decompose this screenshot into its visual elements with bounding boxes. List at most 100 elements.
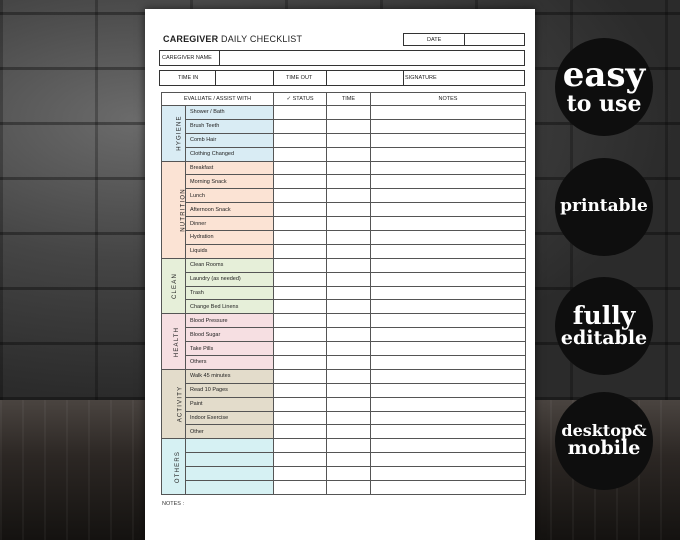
notes-cell[interactable] (370, 174, 526, 190)
status-cell[interactable] (273, 132, 327, 148)
status-cell[interactable] (273, 271, 327, 287)
time-cell[interactable] (326, 327, 371, 343)
status-cell[interactable] (273, 410, 327, 426)
header-notes: NOTES (370, 92, 526, 106)
time-cell[interactable] (326, 341, 371, 357)
status-cell[interactable] (273, 355, 327, 370)
notes-cell[interactable] (370, 230, 526, 245)
time-cell[interactable] (326, 424, 371, 440)
table-row: Afternoon Snack (162, 202, 526, 218)
time-cell[interactable] (326, 216, 371, 232)
notes-cell[interactable] (370, 118, 526, 134)
status-cell[interactable] (273, 202, 327, 218)
table-row: Take Pills (162, 341, 526, 357)
caregiver-name-label: CAREGIVER NAME (162, 55, 212, 61)
time-cell[interactable] (326, 257, 371, 273)
badge-line: mobile (567, 437, 641, 460)
status-cell[interactable] (273, 396, 327, 412)
notes-cell[interactable] (370, 438, 526, 454)
badge-line: easy (562, 54, 646, 95)
status-cell[interactable] (273, 188, 327, 204)
time-cell[interactable] (326, 132, 371, 148)
notes-cell[interactable] (370, 216, 526, 232)
notes-cell[interactable] (370, 424, 526, 440)
time-cell[interactable] (326, 285, 371, 301)
notes-cell[interactable] (370, 188, 526, 204)
time-out-value[interactable] (326, 70, 403, 86)
status-cell[interactable] (273, 105, 327, 120)
notes-cell[interactable] (370, 368, 526, 384)
status-cell[interactable] (273, 480, 327, 495)
notes-cell[interactable] (370, 355, 526, 370)
time-cell[interactable] (326, 466, 371, 482)
status-cell[interactable] (273, 216, 327, 232)
status-cell[interactable] (273, 382, 327, 398)
notes-cell[interactable] (370, 105, 526, 120)
time-cell[interactable] (326, 355, 371, 370)
time-cell[interactable] (326, 382, 371, 398)
status-cell[interactable] (273, 230, 327, 245)
notes-cell[interactable] (370, 160, 526, 176)
time-cell[interactable] (326, 480, 371, 495)
time-cell[interactable] (326, 299, 371, 315)
time-in-field[interactable] (215, 70, 273, 86)
table-row (162, 452, 526, 468)
time-cell[interactable] (326, 438, 371, 454)
status-cell[interactable] (273, 174, 327, 190)
time-cell[interactable] (326, 202, 371, 218)
notes-cell[interactable] (370, 452, 526, 468)
time-cell[interactable] (326, 396, 371, 412)
status-cell[interactable] (273, 466, 327, 482)
status-cell[interactable] (273, 299, 327, 315)
time-cell[interactable] (326, 271, 371, 287)
notes-cell[interactable] (370, 396, 526, 412)
category-cell: NUTRITION (161, 160, 186, 259)
notes-cell[interactable] (370, 132, 526, 148)
time-cell[interactable] (326, 452, 371, 468)
time-cell[interactable] (326, 146, 371, 162)
time-cell[interactable] (326, 188, 371, 204)
status-cell[interactable] (273, 243, 327, 259)
status-cell[interactable] (273, 257, 327, 273)
time-cell[interactable] (326, 410, 371, 426)
notes-cell[interactable] (370, 299, 526, 315)
status-cell[interactable] (273, 341, 327, 357)
notes-cell[interactable] (370, 410, 526, 426)
status-cell[interactable] (273, 438, 327, 454)
notes-cell[interactable] (370, 285, 526, 301)
time-cell[interactable] (326, 118, 371, 134)
time-cell[interactable] (326, 230, 371, 245)
status-cell[interactable] (273, 146, 327, 162)
notes-cell[interactable] (370, 243, 526, 259)
notes-cell[interactable] (370, 382, 526, 398)
time-cell[interactable] (326, 160, 371, 176)
notes-cell[interactable] (370, 327, 526, 343)
status-cell[interactable] (273, 313, 327, 329)
status-cell[interactable] (273, 452, 327, 468)
time-cell[interactable] (326, 174, 371, 190)
status-cell[interactable] (273, 285, 327, 301)
status-cell[interactable] (273, 327, 327, 343)
notes-cell[interactable] (370, 257, 526, 273)
time-cell[interactable] (326, 105, 371, 120)
time-cell[interactable] (326, 368, 371, 384)
notes-cell[interactable] (370, 202, 526, 218)
table-row: Clothing Changed (162, 146, 526, 162)
notes-cell[interactable] (370, 146, 526, 162)
notes-cell[interactable] (370, 480, 526, 495)
notes-cell[interactable] (370, 313, 526, 329)
notes-cell[interactable] (370, 271, 526, 287)
table-row: CLEAN Clean Rooms (161, 257, 526, 315)
status-cell[interactable] (273, 424, 327, 440)
table-row: Read 10 Pages (162, 382, 526, 398)
status-cell[interactable] (273, 160, 327, 176)
table-row: Morning Snack (162, 174, 526, 190)
table-row: HYGIENE Shower / Bath (161, 105, 526, 162)
status-cell[interactable] (273, 368, 327, 384)
notes-cell[interactable] (370, 466, 526, 482)
table-row: Laundry (as needed) (162, 271, 526, 287)
status-cell[interactable] (273, 118, 327, 134)
notes-cell[interactable] (370, 341, 526, 357)
time-cell[interactable] (326, 313, 371, 329)
time-cell[interactable] (326, 243, 371, 259)
